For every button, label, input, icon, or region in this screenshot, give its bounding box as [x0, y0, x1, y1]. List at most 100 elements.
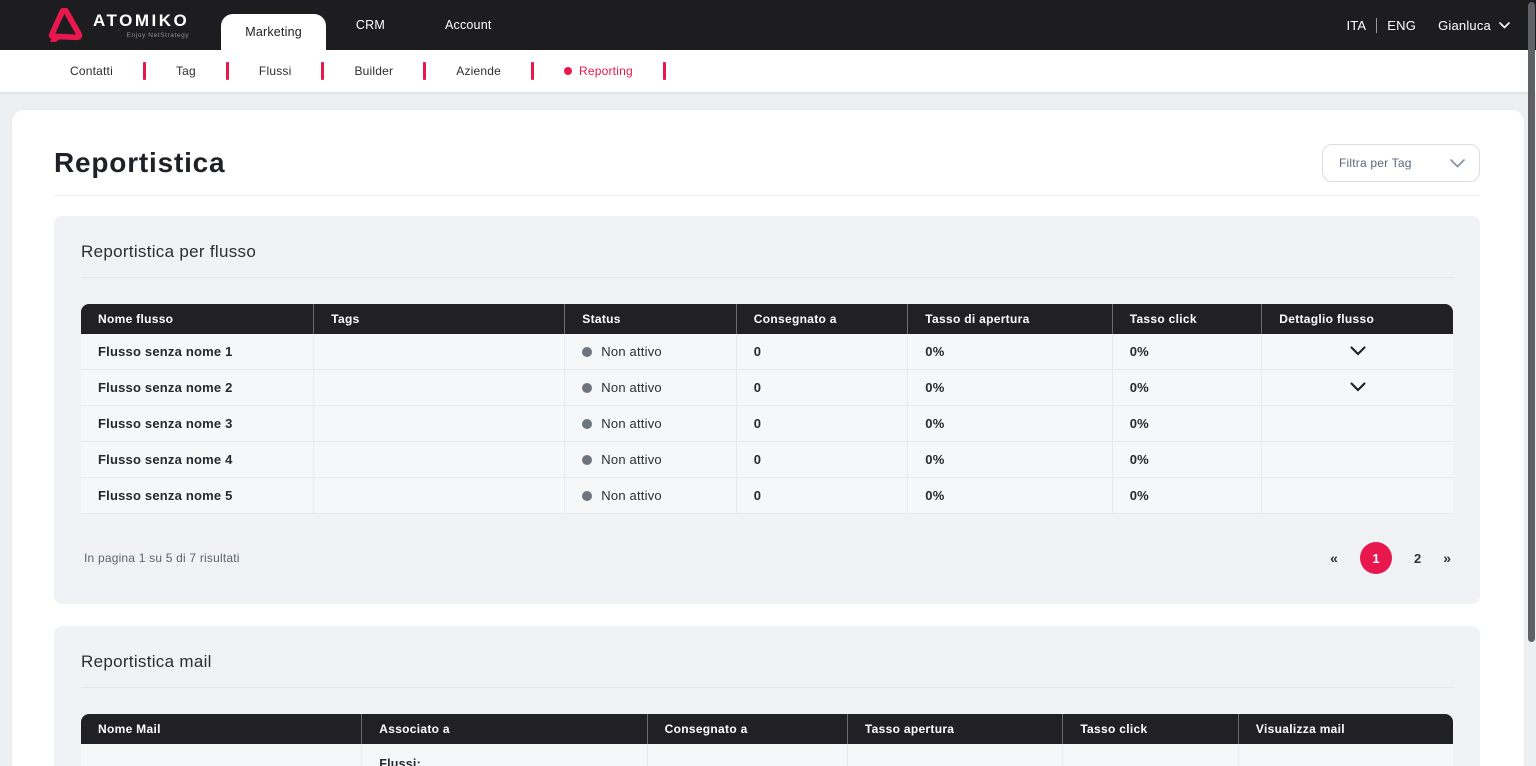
lang-divider — [1376, 17, 1378, 33]
page-2-button[interactable]: 2 — [1414, 551, 1421, 566]
main-tabs: Marketing CRM Account — [221, 0, 521, 50]
topbar-right: ITA ENG Gianluca — [1346, 17, 1510, 33]
click-rate: 0% — [1112, 406, 1263, 442]
status-badge: Non attivo — [582, 380, 719, 395]
pagination-summary: In pagina 1 su 5 di 7 risultati — [84, 551, 240, 565]
col-consegnato-a: Consegnato a — [736, 304, 909, 334]
table-row: Flusso senza nome 3 Non attivo 0 0% 0% — [81, 406, 1453, 442]
page-1-button[interactable]: 1 — [1359, 542, 1392, 574]
atomiko-logo[interactable]: ATOMIKO Enjoy NetStrategy — [46, 8, 189, 42]
tab-account[interactable]: Account — [415, 0, 522, 50]
prev-page-button[interactable]: « — [1330, 550, 1338, 566]
mail-name — [81, 744, 363, 766]
flow-report-pagination: In pagina 1 su 5 di 7 risultati « 1 2 » — [81, 542, 1453, 574]
expand-flow-detail-button[interactable] — [1344, 342, 1372, 361]
col-tasso-apertura: Tasso apertura — [847, 714, 1064, 744]
tab-marketing[interactable]: Marketing — [221, 14, 326, 50]
status-dot-icon — [582, 346, 593, 357]
card-divider — [81, 277, 1453, 278]
user-menu[interactable]: Gianluca — [1438, 18, 1510, 33]
subnav-item-aziende[interactable]: Aziende — [426, 64, 531, 78]
subnav-item-builder[interactable]: Builder — [324, 64, 423, 78]
mail-report-card: Reportistica mail Nome Mail Associato a … — [54, 626, 1480, 766]
status-dot-icon — [582, 454, 593, 465]
marketing-subnav: Contatti Tag Flussi Builder Aziende Repo… — [0, 50, 1536, 92]
filter-by-tag-select[interactable]: Filtra per Tag — [1322, 144, 1480, 182]
table-row: Flusso senza nome 4 Non attivo 0 0% 0% — [81, 442, 1453, 478]
pager: « 1 2 » — [1330, 542, 1451, 574]
status-dot-icon — [582, 490, 593, 501]
user-name: Gianluca — [1438, 17, 1491, 33]
lang-eng[interactable]: ENG — [1387, 18, 1416, 33]
status-dot-icon — [582, 418, 593, 429]
flow-name: Flusso senza nome 5 — [81, 478, 315, 514]
delivered-count: 0 — [736, 442, 909, 478]
flow-name: Flusso senza nome 3 — [81, 406, 315, 442]
filter-by-tag-label: Filtra per Tag — [1339, 156, 1412, 170]
page-title: Reportistica — [54, 147, 226, 178]
flow-tags — [314, 406, 566, 442]
expand-flow-detail-button[interactable] — [1344, 378, 1372, 397]
col-visualizza-mail: Visualizza mail — [1238, 714, 1453, 744]
delivered-count: 0 — [736, 406, 909, 442]
flow-name: Flusso senza nome 1 — [81, 334, 315, 370]
language-switcher: ITA ENG — [1346, 17, 1416, 33]
col-tasso-click: Tasso click — [1112, 304, 1263, 334]
subnav-item-contatti[interactable]: Contatti — [40, 64, 143, 78]
click-rate: 0% — [1112, 334, 1263, 370]
scrollbar-thumb[interactable] — [1528, 2, 1535, 642]
click-rate: 0% — [1112, 478, 1263, 514]
col-tasso-apertura: Tasso di apertura — [908, 304, 1113, 334]
open-rate: 0% — [908, 370, 1113, 406]
next-page-button[interactable]: » — [1443, 550, 1451, 566]
table-header-row: Nome Mail Associato a Consegnato a Tasso… — [81, 714, 1453, 744]
top-navigation-bar: ATOMIKO Enjoy NetStrategy Marketing CRM … — [0, 0, 1536, 50]
col-status: Status — [565, 304, 737, 334]
col-consegnato-a: Consegnato a — [647, 714, 848, 744]
flow-tags — [314, 442, 566, 478]
atomiko-logo-icon — [46, 8, 84, 42]
flow-report-card: Reportistica per flusso Nome flusso Tags… — [54, 216, 1480, 604]
tab-crm[interactable]: CRM — [326, 0, 415, 50]
active-dot-icon — [564, 67, 572, 75]
table-row: Flussi: — [81, 744, 1453, 766]
delivered-count: 0 — [736, 334, 909, 370]
flow-tags — [314, 370, 566, 406]
col-tasso-click: Tasso click — [1063, 714, 1239, 744]
table-row: Flusso senza nome 5 Non attivo 0 0% 0% — [81, 478, 1453, 514]
header-divider — [54, 195, 1480, 196]
subnav-item-reporting[interactable]: Reporting — [534, 64, 663, 78]
flow-tags — [314, 478, 566, 514]
status-badge: Non attivo — [582, 488, 719, 503]
chevron-down-icon — [1450, 158, 1465, 168]
brand-tagline: Enjoy NetStrategy — [126, 32, 190, 39]
flow-report-table: Nome flusso Tags Status Consegnato a Tas… — [81, 304, 1453, 514]
col-nome-flusso: Nome flusso — [81, 304, 315, 334]
table-row: Flusso senza nome 2 Non attivo 0 0% 0% — [81, 370, 1453, 406]
lang-ita[interactable]: ITA — [1346, 18, 1366, 33]
click-rate: 0% — [1112, 370, 1263, 406]
open-rate: 0% — [908, 442, 1113, 478]
associato-a-label: Flussi: — [379, 757, 421, 766]
subnav-item-tag[interactable]: Tag — [146, 64, 226, 78]
flow-name: Flusso senza nome 4 — [81, 442, 315, 478]
open-rate: 0% — [908, 478, 1113, 514]
main-content: Reportistica Filtra per Tag Reportistica… — [12, 110, 1524, 766]
status-badge: Non attivo — [582, 416, 719, 431]
delivered-count: 0 — [736, 370, 909, 406]
mail-report-table: Nome Mail Associato a Consegnato a Tasso… — [81, 714, 1453, 766]
status-badge: Non attivo — [582, 452, 719, 467]
flow-name: Flusso senza nome 2 — [81, 370, 315, 406]
table-row: Flusso senza nome 1 Non attivo 0 0% 0% — [81, 334, 1453, 370]
open-rate: 0% — [908, 334, 1113, 370]
chevron-down-icon — [1499, 21, 1510, 29]
table-header-row: Nome flusso Tags Status Consegnato a Tas… — [81, 304, 1453, 334]
open-rate: 0% — [908, 406, 1113, 442]
page-scrollbar — [1528, 2, 1535, 764]
col-tags: Tags — [314, 304, 566, 334]
click-rate: 0% — [1112, 442, 1263, 478]
status-dot-icon — [582, 382, 593, 393]
subnav-separator — [662, 62, 666, 80]
subnav-item-flussi[interactable]: Flussi — [229, 64, 322, 78]
col-nome-mail: Nome Mail — [81, 714, 363, 744]
